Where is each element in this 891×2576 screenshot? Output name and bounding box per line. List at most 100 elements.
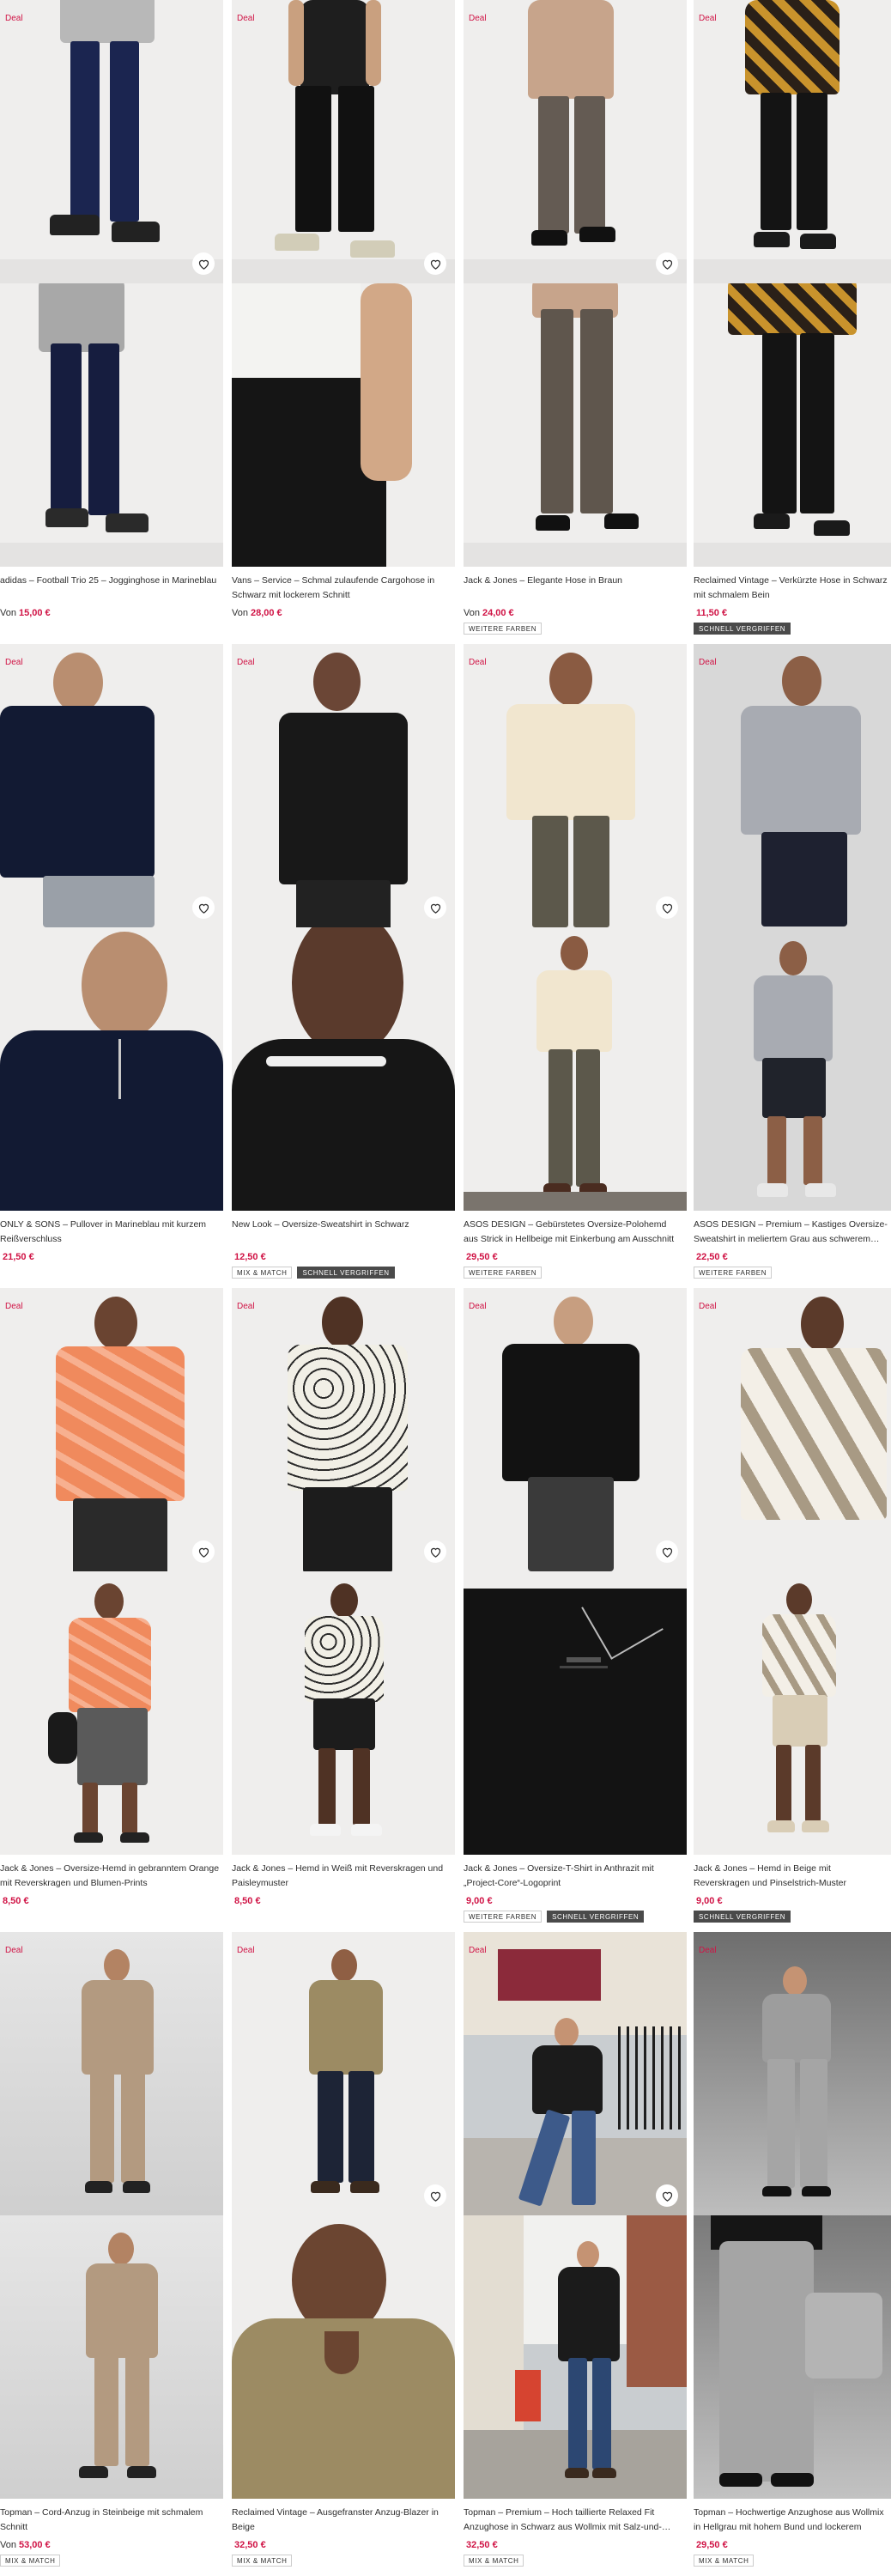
wishlist-button[interactable] [192, 252, 215, 275]
wishlist-button[interactable] [424, 2184, 446, 2207]
heart-outline-icon [662, 2191, 672, 2202]
deal-badge: Deal [469, 14, 487, 23]
product-image[interactable]: Deal [232, 644, 455, 927]
deal-badge: Deal [237, 1946, 255, 1955]
product-image-alt[interactable] [0, 283, 223, 567]
product-title[interactable]: Vans – Service – Schmal zulaufende Cargo… [232, 574, 455, 603]
product-image[interactable]: Deal [232, 1288, 455, 1571]
product-image[interactable]: Deal [232, 1932, 455, 2215]
product-card[interactable]: Deal Reclaimed Vintage – Verkürzte Hose … [694, 0, 891, 635]
product-card[interactable]: Deal Jack & Jones – Oversize-T-Shirt in … [464, 1288, 687, 1923]
wishlist-button[interactable] [192, 1540, 215, 1563]
product-title[interactable]: ASOS DESIGN – Gebürstetes Oversize-Poloh… [464, 1218, 687, 1247]
product-image[interactable]: Deal [694, 1932, 891, 2215]
product-card[interactable]: Deal Jack & Jones – Hemd in Weiß mit Rev… [232, 1288, 455, 1923]
wishlist-button[interactable] [424, 1540, 446, 1563]
heart-outline-icon [430, 903, 440, 914]
product-card[interactable]: Deal Topman – Premium – Hoch taillierte … [464, 1932, 687, 2567]
heart-outline-icon [662, 1547, 672, 1558]
product-title[interactable]: Reclaimed Vintage – Ausgefranster Anzug-… [232, 2506, 455, 2535]
product-card[interactable]: Deal Vans – Service – Schmal zulaufende … [232, 0, 455, 635]
product-card[interactable]: Deal ASOS DESIGN – Gebürstetes Oversize-… [464, 644, 687, 1279]
product-title[interactable]: New Look – Oversize-Sweatshirt in Schwar… [232, 1218, 455, 1247]
heart-outline-icon [662, 903, 672, 914]
product-title[interactable]: Jack & Jones – Hemd in Beige mit Reversk… [694, 1862, 891, 1891]
product-title[interactable]: adidas – Football Trio 25 – Jogginghose … [0, 574, 223, 603]
wishlist-button[interactable] [424, 896, 446, 919]
deal-badge: Deal [699, 1302, 717, 1311]
price-value: 8,50 € [234, 1896, 261, 1906]
price-prefix: Von [232, 608, 248, 618]
product-title[interactable]: Reclaimed Vintage – Verkürzte Hose in Sc… [694, 574, 891, 603]
product-image[interactable]: Deal [464, 1288, 687, 1571]
product-image-alt[interactable] [232, 1571, 455, 1855]
product-title[interactable]: Jack & Jones – Oversize-T-Shirt in Anthr… [464, 1862, 687, 1891]
price-value: 53,00 € [18, 2540, 51, 2550]
product-image-alt[interactable] [464, 1571, 687, 1855]
product-image[interactable]: Deal [464, 1932, 687, 2215]
product-image-alt[interactable] [232, 927, 455, 1211]
wishlist-button[interactable] [656, 896, 678, 919]
product-image[interactable]: Deal [0, 644, 223, 927]
product-image[interactable]: Deal [464, 0, 687, 283]
wishlist-button[interactable] [424, 252, 446, 275]
product-image[interactable]: Deal [0, 0, 223, 283]
product-title[interactable]: ASOS DESIGN – Premium – Kastiges Oversiz… [694, 1218, 891, 1247]
wishlist-button[interactable] [656, 252, 678, 275]
product-card[interactable]: Deal Topman – Cord-Anzug in Steinbeige m… [0, 1932, 223, 2567]
product-image-alt[interactable] [464, 927, 687, 1211]
product-price: 21,50 € [0, 1250, 223, 1264]
heart-outline-icon [662, 259, 672, 270]
wishlist-button[interactable] [192, 896, 215, 919]
product-card[interactable]: Deal Jack & Jones – Elegante Hose in Bra… [464, 0, 687, 635]
product-price: 22,50 € [694, 1250, 891, 1264]
product-title[interactable]: Topman – Premium – Hoch taillierte Relax… [464, 2506, 687, 2535]
product-image-alt[interactable] [464, 2215, 687, 2499]
heart-outline-icon [430, 2191, 440, 2202]
product-card[interactable]: Deal ASOS DESIGN – Premium – Kastiges Ov… [694, 644, 891, 1279]
product-image-alt[interactable] [232, 2215, 455, 2499]
product-image-alt[interactable] [0, 927, 223, 1211]
price-value: 21,50 € [3, 1252, 34, 1262]
product-title[interactable]: ONLY & SONS – Pullover in Marineblau mit… [0, 1218, 223, 1247]
product-price: 8,50 € [0, 1894, 223, 1908]
product-title[interactable]: Jack & Jones – Hemd in Weiß mit Reverskr… [232, 1862, 455, 1891]
product-title[interactable]: Topman – Hochwertige Anzughose aus Wollm… [694, 2506, 891, 2535]
product-image-alt[interactable] [694, 283, 891, 567]
wishlist-button[interactable] [656, 1540, 678, 1563]
product-card[interactable]: Deal New Look – Oversize-Sweatshirt in S… [232, 644, 455, 1279]
product-price: 12,50 € [232, 1250, 455, 1264]
product-image[interactable]: Deal [694, 644, 891, 927]
product-card[interactable]: Deal Jack & Jones – Oversize-Hemd in geb… [0, 1288, 223, 1923]
product-image[interactable]: Deal [694, 1288, 891, 1571]
product-card[interactable]: Deal Reclaimed Vintage – Ausgefranster A… [232, 1932, 455, 2567]
badge-more-colors: WEITERE FARBEN [694, 1267, 773, 1279]
product-image-alt[interactable] [0, 2215, 223, 2499]
product-image-alt[interactable] [694, 2215, 891, 2499]
product-image-alt[interactable] [232, 283, 455, 567]
product-title[interactable]: Jack & Jones – Elegante Hose in Braun [464, 574, 687, 603]
product-card[interactable]: Deal Topman – Hochwertige Anzughose aus … [694, 1932, 891, 2567]
deal-badge: Deal [469, 1946, 487, 1955]
price-value: 11,50 € [696, 608, 728, 618]
product-image[interactable]: Deal [0, 1288, 223, 1571]
product-title[interactable]: Topman – Cord-Anzug in Steinbeige mit sc… [0, 2506, 223, 2535]
product-image-alt[interactable] [464, 283, 687, 567]
product-image-alt[interactable] [694, 927, 891, 1211]
product-card[interactable]: Deal Jack & Jones – Hemd in Beige mit Re… [694, 1288, 891, 1923]
product-card[interactable]: Deal ONLY & SONS – Pullover in Marinebla… [0, 644, 223, 1279]
product-card[interactable]: Deal adidas – Football Trio 25 – Jogging… [0, 0, 223, 635]
heart-outline-icon [198, 903, 209, 914]
product-image[interactable]: Deal [232, 0, 455, 283]
badge-row: WEITERE FARBEN [694, 1267, 891, 1279]
product-image[interactable]: Deal [464, 644, 687, 927]
product-title[interactable]: Jack & Jones – Oversize-Hemd in gebrannt… [0, 1862, 223, 1891]
deal-badge: Deal [237, 14, 255, 23]
wishlist-button[interactable] [656, 2184, 678, 2207]
product-price: 11,50 € [694, 606, 891, 620]
product-image-alt[interactable] [694, 1571, 891, 1855]
product-image-alt[interactable] [0, 1571, 223, 1855]
product-image[interactable]: Deal [0, 1932, 223, 2215]
product-price: 32,50 € [232, 2538, 455, 2552]
product-image[interactable]: Deal [694, 0, 891, 283]
